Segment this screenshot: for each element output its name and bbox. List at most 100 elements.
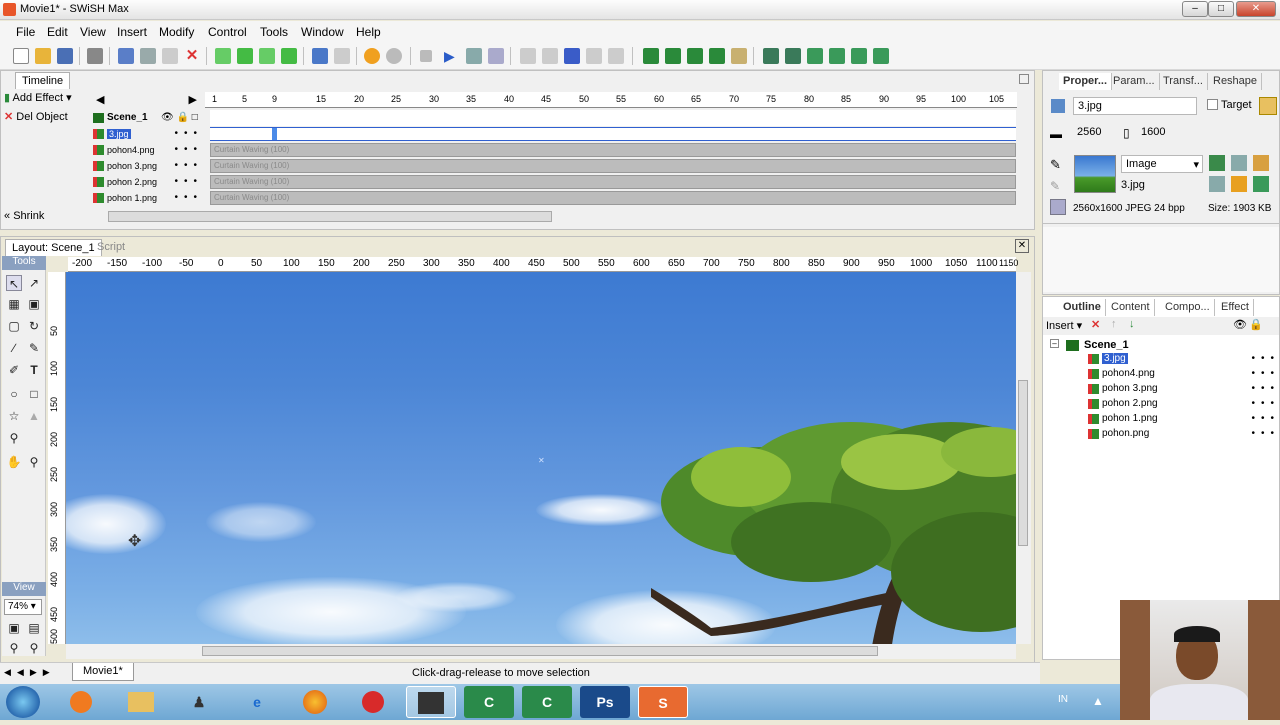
rotate-icon[interactable]: ↻ xyxy=(26,318,42,334)
file-explorer-icon[interactable] xyxy=(116,686,166,718)
timeline-row[interactable]: pohon 3.png ••• xyxy=(91,158,209,174)
internet-explorer-icon[interactable]: e xyxy=(232,686,282,718)
selected-track[interactable] xyxy=(210,127,1016,141)
zoom-icon[interactable]: ⚲ xyxy=(26,454,42,470)
pen-icon[interactable]: ✐ xyxy=(6,362,22,378)
tab-components[interactable]: Compo... xyxy=(1161,299,1215,316)
close-panel-icon[interactable]: ✕ xyxy=(1015,239,1029,253)
maximize-button[interactable]: □ xyxy=(1208,1,1234,17)
tab-parameters[interactable]: Param... xyxy=(1109,73,1160,90)
timeline-row[interactable]: pohon4.png ••• xyxy=(91,142,209,158)
transform-icon[interactable] xyxy=(873,48,889,64)
swish-max-icon[interactable]: S xyxy=(638,686,688,718)
ellipse-icon[interactable]: ○ xyxy=(6,386,22,402)
properties-icon[interactable] xyxy=(1050,199,1066,215)
add-effect-button[interactable]: ▮ Add Effect ▾ xyxy=(1,90,87,107)
tab-effect[interactable]: Effect xyxy=(1217,299,1254,316)
camtasia-icon[interactable]: C xyxy=(464,686,514,718)
play-effect-icon[interactable] xyxy=(488,48,504,64)
effect-track[interactable]: Curtain Waving (100) xyxy=(210,143,1016,157)
motion-path-icon[interactable]: ▦ xyxy=(6,296,22,312)
insert-dropdown[interactable]: Insert ▾ xyxy=(1046,319,1082,332)
menu-help[interactable]: Help xyxy=(356,25,381,39)
insert-button-icon[interactable] xyxy=(687,48,703,64)
select-arrow-icon[interactable]: ↖ xyxy=(6,275,22,291)
menu-window[interactable]: Window xyxy=(301,25,344,39)
outline-item[interactable]: pohon.png ••• xyxy=(1060,427,1280,441)
document-nav-arrows[interactable]: ◀◀▶▶ xyxy=(4,667,56,678)
hand-icon[interactable]: ✋ xyxy=(6,454,22,470)
menu-view[interactable]: View xyxy=(80,25,106,39)
new-file-icon[interactable] xyxy=(13,48,29,64)
ungroup-icon[interactable] xyxy=(807,48,823,64)
visibility-icon[interactable]: 👁 xyxy=(1233,318,1247,331)
outline-item[interactable]: pohon 3.png ••• xyxy=(1060,382,1280,396)
menu-file[interactable]: File xyxy=(16,25,35,39)
tab-content[interactable]: Content xyxy=(1107,299,1155,316)
send-to-back-icon[interactable] xyxy=(281,48,297,64)
zoom-select[interactable]: 74% ▾ xyxy=(4,599,42,615)
shrink-button[interactable]: « Shrink xyxy=(1,209,87,226)
menu-tools[interactable]: Tools xyxy=(260,25,288,39)
tab-reshape[interactable]: Reshape xyxy=(1209,73,1263,90)
move-up-icon[interactable]: ↑ xyxy=(1111,318,1117,330)
text-icon[interactable]: T xyxy=(26,362,42,378)
copy-icon[interactable] xyxy=(140,48,156,64)
timeline-row-scene[interactable]: Scene_1 👁 🔒 □ xyxy=(91,110,209,126)
outline-item[interactable]: pohon 1.png ••• xyxy=(1060,412,1280,426)
next-frame-icon[interactable] xyxy=(564,48,580,64)
visibility-lock-icons[interactable]: 👁 🔒 □ xyxy=(161,110,198,126)
timeline-row[interactable]: 3.jpg ••• xyxy=(91,126,209,142)
edit-image-icon[interactable] xyxy=(1253,155,1269,171)
timeline-row[interactable]: pohon 2.png ••• xyxy=(91,174,209,190)
photoshop-icon[interactable]: Ps xyxy=(580,686,630,718)
firefox-icon[interactable] xyxy=(290,686,340,718)
refresh-icon[interactable] xyxy=(1253,176,1269,192)
crop-icon[interactable]: ▢ xyxy=(6,318,22,334)
edit-pencil-icon[interactable]: ✎ xyxy=(1050,157,1061,173)
playhead[interactable] xyxy=(272,128,277,140)
tray-arrow-icon[interactable]: ▲ xyxy=(1092,694,1104,708)
delete-icon[interactable]: ✕ xyxy=(1091,318,1100,331)
paste-icon[interactable] xyxy=(162,48,178,64)
save-icon[interactable] xyxy=(57,48,73,64)
delete-icon[interactable]: ✕ xyxy=(184,48,200,64)
zoom-100-icon[interactable]: ▤ xyxy=(26,620,42,636)
tab-transform[interactable]: Transf... xyxy=(1159,73,1208,90)
start-button[interactable] xyxy=(6,686,40,718)
undo-icon[interactable] xyxy=(312,48,328,64)
lock-icon[interactable]: 🔒 xyxy=(1249,318,1263,331)
zoom-in-icon[interactable]: ⚲ xyxy=(6,640,22,656)
star-icon[interactable]: ☆ xyxy=(6,408,22,424)
panel-menu-icon[interactable] xyxy=(1019,74,1029,84)
fill-transform-icon[interactable]: ▣ xyxy=(26,296,42,312)
help-icon[interactable] xyxy=(364,48,380,64)
object-name-field[interactable]: 3.jpg xyxy=(1073,97,1197,115)
effect-track[interactable]: Curtain Waving (100) xyxy=(210,175,1016,189)
insert-text-icon[interactable] xyxy=(665,48,681,64)
effect-track[interactable]: Curtain Waving (100) xyxy=(210,159,1016,173)
convert-icon[interactable] xyxy=(829,48,845,64)
target-checkbox[interactable] xyxy=(1207,99,1218,110)
send-backward-icon[interactable] xyxy=(259,48,275,64)
scroll-left-icon[interactable]: ◀ xyxy=(96,93,104,106)
insert-image-icon[interactable] xyxy=(731,48,747,64)
target-icon[interactable] xyxy=(1259,97,1277,115)
scene-track[interactable] xyxy=(210,110,1016,126)
timeline-row[interactable]: pohon 1.png ••• xyxy=(91,190,209,206)
zoom-fit-icon[interactable]: ▣ xyxy=(6,620,22,636)
scroll-right-icon[interactable]: ▶ xyxy=(189,93,197,106)
end-icon[interactable] xyxy=(608,48,624,64)
tab-layout[interactable]: Layout: Scene_1 xyxy=(5,239,102,256)
move-down-icon[interactable]: ↓ xyxy=(1129,318,1135,330)
autoshape-icon[interactable]: ▲ xyxy=(26,408,42,424)
height-field[interactable]: 1600 xyxy=(1137,124,1181,142)
context-help-icon[interactable] xyxy=(386,48,402,64)
last-frame-icon[interactable] xyxy=(586,48,602,64)
pencil-icon[interactable]: ✎ xyxy=(26,340,42,356)
stage-canvas[interactable]: ✕ ✥ xyxy=(66,272,1016,644)
redo-icon[interactable] xyxy=(334,48,350,64)
timeline-hscrollbar[interactable] xyxy=(92,210,1016,224)
first-frame-icon[interactable] xyxy=(520,48,536,64)
zoom-out-icon[interactable]: ⚲ xyxy=(26,640,42,656)
